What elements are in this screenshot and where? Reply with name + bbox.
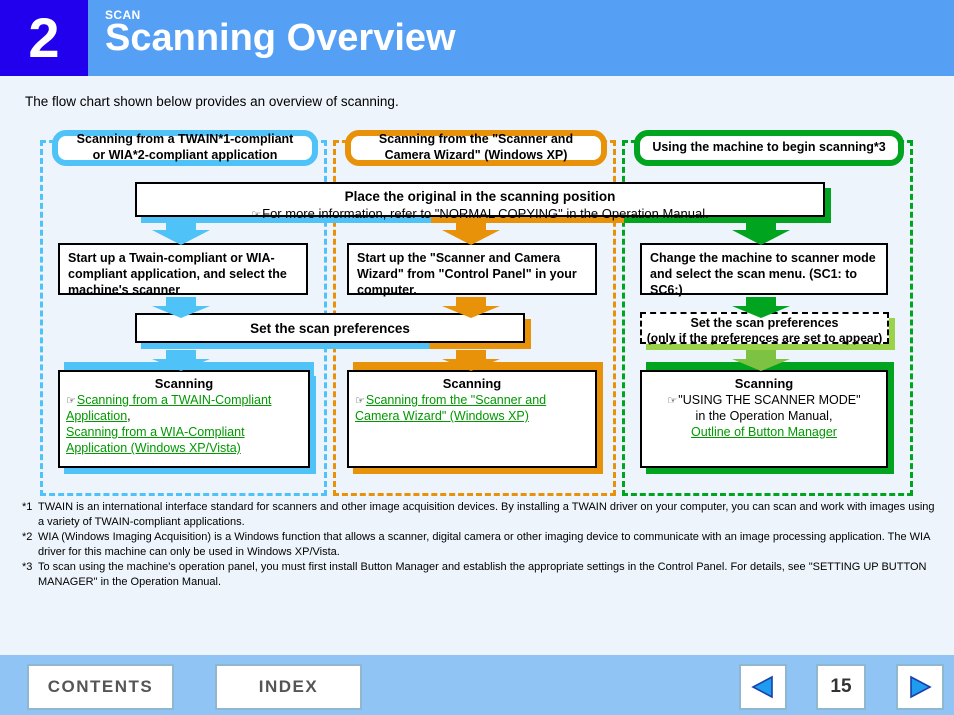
link-outline-button-manager[interactable]: Outline of Button Manager xyxy=(691,425,837,439)
arrow-down-wizard-3 xyxy=(440,350,502,372)
pointing-hand-icon: ☞ xyxy=(667,394,678,407)
arrow-down-machine-1 xyxy=(730,218,792,246)
bottom-navigation-bar: CONTENTS INDEX 15 xyxy=(0,655,954,715)
step-box-machine: Change the machine to scanner mode and s… xyxy=(640,243,888,297)
previous-page-arrow-icon xyxy=(751,675,773,699)
column-heading-machine-line1: Using the machine to begin scanning*3 xyxy=(652,140,886,155)
arrow-down-machine-3 xyxy=(730,350,792,372)
pointing-hand-icon: ☞ xyxy=(251,207,262,221)
step-box-wizard: Start up the "Scanner and Camera Wizard"… xyxy=(347,243,597,297)
arrow-down-twain-1 xyxy=(150,218,212,246)
footnote-text: WIA (Windows Imaging Acquisition) is a W… xyxy=(38,531,930,558)
footnote-text: TWAIN is an international interface stan… xyxy=(38,501,935,528)
flow-chart: Scanning from a TWAIN*1-compliant or WIA… xyxy=(0,118,954,496)
footnote-item: *3 To scan using the machine's operation… xyxy=(22,560,937,589)
result-box-machine: Scanning ☞"USING THE SCANNER MODE" in th… xyxy=(640,370,888,468)
footnote-marker: *1 xyxy=(22,501,33,513)
shared-step-box: Place the original in the scanning posit… xyxy=(135,182,825,221)
result-machine-line2: in the Operation Manual, xyxy=(695,409,833,424)
pointing-hand-icon: ☞ xyxy=(66,394,76,407)
link-scanner-camera-wizard[interactable]: Scanning from the "Scanner and Camera Wi… xyxy=(355,393,546,423)
column-heading-twain-line1: Scanning from a TWAIN*1-compliant xyxy=(76,132,294,147)
footnote-item: *1 TWAIN is an international interface s… xyxy=(22,500,937,529)
intro-text: The flow chart shown below provides an o… xyxy=(25,94,399,109)
result-box-twain: Scanning ☞Scanning from a TWAIN-Complian… xyxy=(58,370,310,468)
page-number: 15 xyxy=(816,664,866,710)
arrow-down-wizard-1 xyxy=(440,218,502,246)
arrow-down-wizard-2 xyxy=(440,297,502,319)
column-heading-machine: Using the machine to begin scanning*3 xyxy=(634,130,904,166)
arrow-down-twain-3 xyxy=(150,350,212,372)
preferences-shared-text: Set the scan preferences xyxy=(250,321,410,336)
footnote-text: To scan using the machine's operation pa… xyxy=(38,561,927,588)
result-machine-line1: "USING THE SCANNER MODE" xyxy=(678,393,861,407)
footnote-item: *2 WIA (Windows Imaging Acquisition) is … xyxy=(22,530,937,559)
shared-step-title: Place the original in the scanning posit… xyxy=(344,189,616,204)
previous-page-button[interactable] xyxy=(739,664,787,710)
result-links-wizard: ☞Scanning from the "Scanner and Camera W… xyxy=(355,392,589,424)
column-heading-wizard-line2: Camera Wizard" (Windows XP) xyxy=(384,148,568,162)
contents-button[interactable]: CONTENTS xyxy=(27,664,174,710)
result-title-twain: Scanning xyxy=(154,376,214,391)
page-title: Scanning Overview xyxy=(105,17,456,59)
step-text-twain: Start up a Twain-compliant or WIA-compli… xyxy=(68,251,287,297)
column-heading-wizard-line1: Scanning from the "Scanner and xyxy=(378,132,574,147)
result-links-twain: ☞Scanning from a TWAIN-Compliant Applica… xyxy=(66,393,272,456)
arrow-down-twain-2 xyxy=(150,297,212,319)
column-heading-twain-line2: or WIA*2-compliant application xyxy=(92,148,278,162)
preferences-machine-line2: (only if the preferences are set to appe… xyxy=(646,331,883,345)
link-twain-application[interactable]: Scanning from a TWAIN-Compliant Applicat… xyxy=(66,393,271,423)
page-header: 2 SCAN Scanning Overview xyxy=(0,0,954,76)
link-wia-application[interactable]: Scanning from a WIA-Compliant Applicatio… xyxy=(66,425,245,455)
footnotes: *1 TWAIN is an international interface s… xyxy=(22,500,937,590)
step-box-twain: Start up a Twain-compliant or WIA-compli… xyxy=(58,243,308,297)
result-box-wizard: Scanning ☞Scanning from the "Scanner and… xyxy=(347,370,597,468)
result-title-wizard: Scanning xyxy=(442,376,502,391)
step-text-machine: Change the machine to scanner mode and s… xyxy=(650,251,876,297)
footnote-marker: *3 xyxy=(22,561,33,574)
step-text-wizard: Start up the "Scanner and Camera Wizard"… xyxy=(357,251,577,297)
column-heading-twain: Scanning from a TWAIN*1-compliant or WIA… xyxy=(52,130,318,166)
column-heading-wizard: Scanning from the "Scanner and Camera Wi… xyxy=(345,130,607,166)
next-page-arrow-icon xyxy=(910,675,932,699)
index-button[interactable]: INDEX xyxy=(215,664,362,710)
next-page-button[interactable] xyxy=(896,664,944,710)
result-links-machine: ☞"USING THE SCANNER MODE" in the Operati… xyxy=(648,392,880,440)
footnote-marker: *2 xyxy=(22,531,33,544)
arrow-down-machine-2 xyxy=(730,297,792,319)
result-title-machine: Scanning xyxy=(734,376,794,391)
pointing-hand-icon: ☞ xyxy=(355,394,365,407)
chapter-number-badge: 2 xyxy=(0,0,88,76)
